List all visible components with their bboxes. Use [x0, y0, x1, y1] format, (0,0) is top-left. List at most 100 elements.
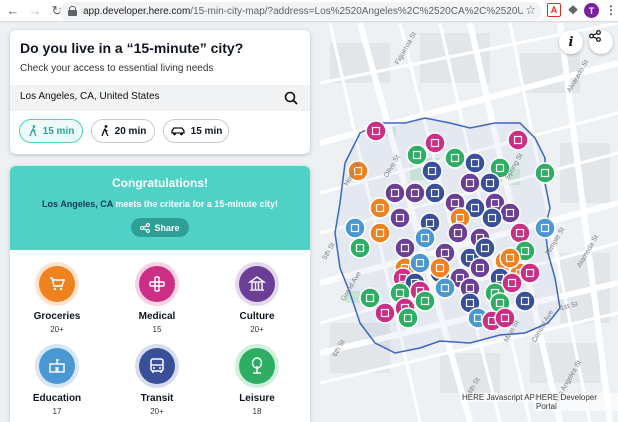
- bus-icon: [150, 358, 164, 373]
- poi-marker[interactable]: [499, 202, 521, 224]
- category-medical[interactable]: Medical 15: [107, 262, 207, 334]
- address-bar[interactable]: app.developer.here.com/15-min-city-map/?…: [60, 2, 542, 20]
- poi-marker[interactable]: [397, 307, 419, 329]
- here-portal-attribution[interactable]: HERE Developer Portal: [534, 393, 618, 411]
- category-icon-circle: [39, 266, 75, 302]
- mode-label: 15 min: [190, 125, 223, 137]
- category-leisure[interactable]: Leisure 18: [207, 344, 307, 416]
- search-icon[interactable]: [284, 91, 298, 105]
- poi-marker[interactable]: [447, 222, 469, 244]
- category-count: 18: [252, 407, 262, 416]
- poi-marker[interactable]: [429, 257, 451, 279]
- here-api-attribution[interactable]: HERE Javascript API: [460, 393, 540, 402]
- share-button[interactable]: Share: [131, 218, 189, 237]
- search-input[interactable]: Los Angeles, CA, United States: [20, 91, 160, 102]
- cart-icon: [50, 277, 66, 291]
- browser-menu-icon[interactable]: ⋮: [604, 3, 618, 17]
- poi-marker[interactable]: [459, 172, 481, 194]
- category-icon-ring: [35, 344, 79, 388]
- category-culture[interactable]: Culture 20+: [207, 262, 307, 334]
- poi-marker[interactable]: [389, 207, 411, 229]
- back-icon[interactable]: ←: [4, 2, 22, 20]
- poi-marker[interactable]: [424, 182, 446, 204]
- category-count: 20+: [150, 407, 164, 416]
- poi-marker[interactable]: [384, 182, 406, 204]
- mode-walk-20-button[interactable]: 20 min: [91, 119, 155, 143]
- category-icon-circle: [139, 348, 175, 384]
- mode-car-15-button[interactable]: 15 min: [163, 119, 229, 143]
- school-icon: [49, 359, 65, 373]
- museum-icon: [247, 276, 267, 291]
- share-map-button[interactable]: [589, 30, 613, 54]
- poi-marker[interactable]: [501, 272, 523, 294]
- poi-marker[interactable]: [507, 129, 529, 151]
- category-count: 20+: [250, 325, 264, 334]
- poi-marker[interactable]: [365, 120, 387, 142]
- poi-marker[interactable]: [421, 160, 443, 182]
- share-icon: [589, 30, 601, 42]
- poi-marker[interactable]: [534, 217, 556, 239]
- poi-marker[interactable]: [474, 237, 496, 259]
- category-icon-ring: [135, 344, 179, 388]
- poi-marker[interactable]: [481, 207, 503, 229]
- poi-marker[interactable]: [514, 290, 536, 312]
- poi-marker[interactable]: [534, 162, 556, 184]
- poi-marker[interactable]: [369, 197, 391, 219]
- poi-marker[interactable]: [479, 172, 501, 194]
- poi-marker[interactable]: [414, 290, 436, 312]
- category-count: 20+: [50, 325, 64, 334]
- category-icon-circle: [239, 266, 275, 302]
- bookmark-star-icon[interactable]: ☆: [525, 3, 536, 17]
- category-icon-ring: [135, 262, 179, 306]
- poi-marker[interactable]: [509, 222, 531, 244]
- poi-marker[interactable]: [499, 247, 521, 269]
- search-panel: Do you live in a “15-minute” city? Check…: [10, 30, 310, 154]
- url-text: app.developer.here.com/15-min-city-map/?…: [83, 5, 523, 17]
- walk-icon: [29, 125, 37, 137]
- poi-marker[interactable]: [349, 237, 371, 259]
- poi-marker[interactable]: [519, 262, 541, 284]
- poi-marker[interactable]: [469, 257, 491, 279]
- mode-label: 15 min: [42, 125, 75, 137]
- extensions-puzzle-icon[interactable]: ❖: [566, 3, 580, 17]
- category-transit[interactable]: Transit 20+: [107, 344, 207, 416]
- poi-marker[interactable]: [464, 152, 486, 174]
- poi-marker[interactable]: [424, 132, 446, 154]
- mode-walk-15-button[interactable]: 15 min: [19, 119, 83, 143]
- poi-marker[interactable]: [409, 252, 431, 274]
- forward-icon[interactable]: →: [26, 2, 44, 20]
- poi-marker[interactable]: [359, 287, 381, 309]
- tree-icon: [251, 357, 263, 374]
- poi-marker[interactable]: [406, 144, 428, 166]
- poi-marker[interactable]: [434, 277, 456, 299]
- result-banner: Congratulations! Los Angeles, CA meets t…: [10, 166, 310, 250]
- category-education[interactable]: Education 17: [10, 344, 107, 416]
- poi-marker[interactable]: [414, 227, 436, 249]
- page-subtitle: Check your access to essential living ne…: [20, 63, 214, 74]
- category-name: Transit: [140, 393, 174, 404]
- share-label: Share: [154, 222, 180, 233]
- profile-avatar[interactable]: T: [584, 3, 599, 18]
- poi-marker[interactable]: [394, 237, 416, 259]
- category-name: Groceries: [33, 311, 81, 322]
- category-name: Medical: [138, 311, 176, 322]
- poi-marker[interactable]: [444, 147, 466, 169]
- address-search-field[interactable]: Los Angeles, CA, United States: [10, 85, 310, 111]
- category-name: Culture: [239, 311, 275, 322]
- walk-icon: [101, 125, 109, 137]
- poi-marker[interactable]: [344, 217, 366, 239]
- share-icon: [140, 222, 151, 233]
- poi-marker[interactable]: [374, 302, 396, 324]
- pdf-extension-icon[interactable]: A: [547, 3, 561, 17]
- poi-marker[interactable]: [404, 182, 426, 204]
- poi-marker[interactable]: [369, 222, 391, 244]
- page-title: Do you live in a “15-minute” city?: [20, 40, 244, 56]
- category-icon-ring: [35, 262, 79, 306]
- category-count: 17: [52, 407, 62, 416]
- info-icon: i: [568, 34, 574, 50]
- category-icon-circle: [239, 348, 275, 384]
- info-button[interactable]: i: [559, 30, 583, 54]
- mode-label: 20 min: [114, 125, 147, 137]
- car-icon: [171, 127, 185, 136]
- category-groceries[interactable]: Groceries 20+: [10, 262, 107, 334]
